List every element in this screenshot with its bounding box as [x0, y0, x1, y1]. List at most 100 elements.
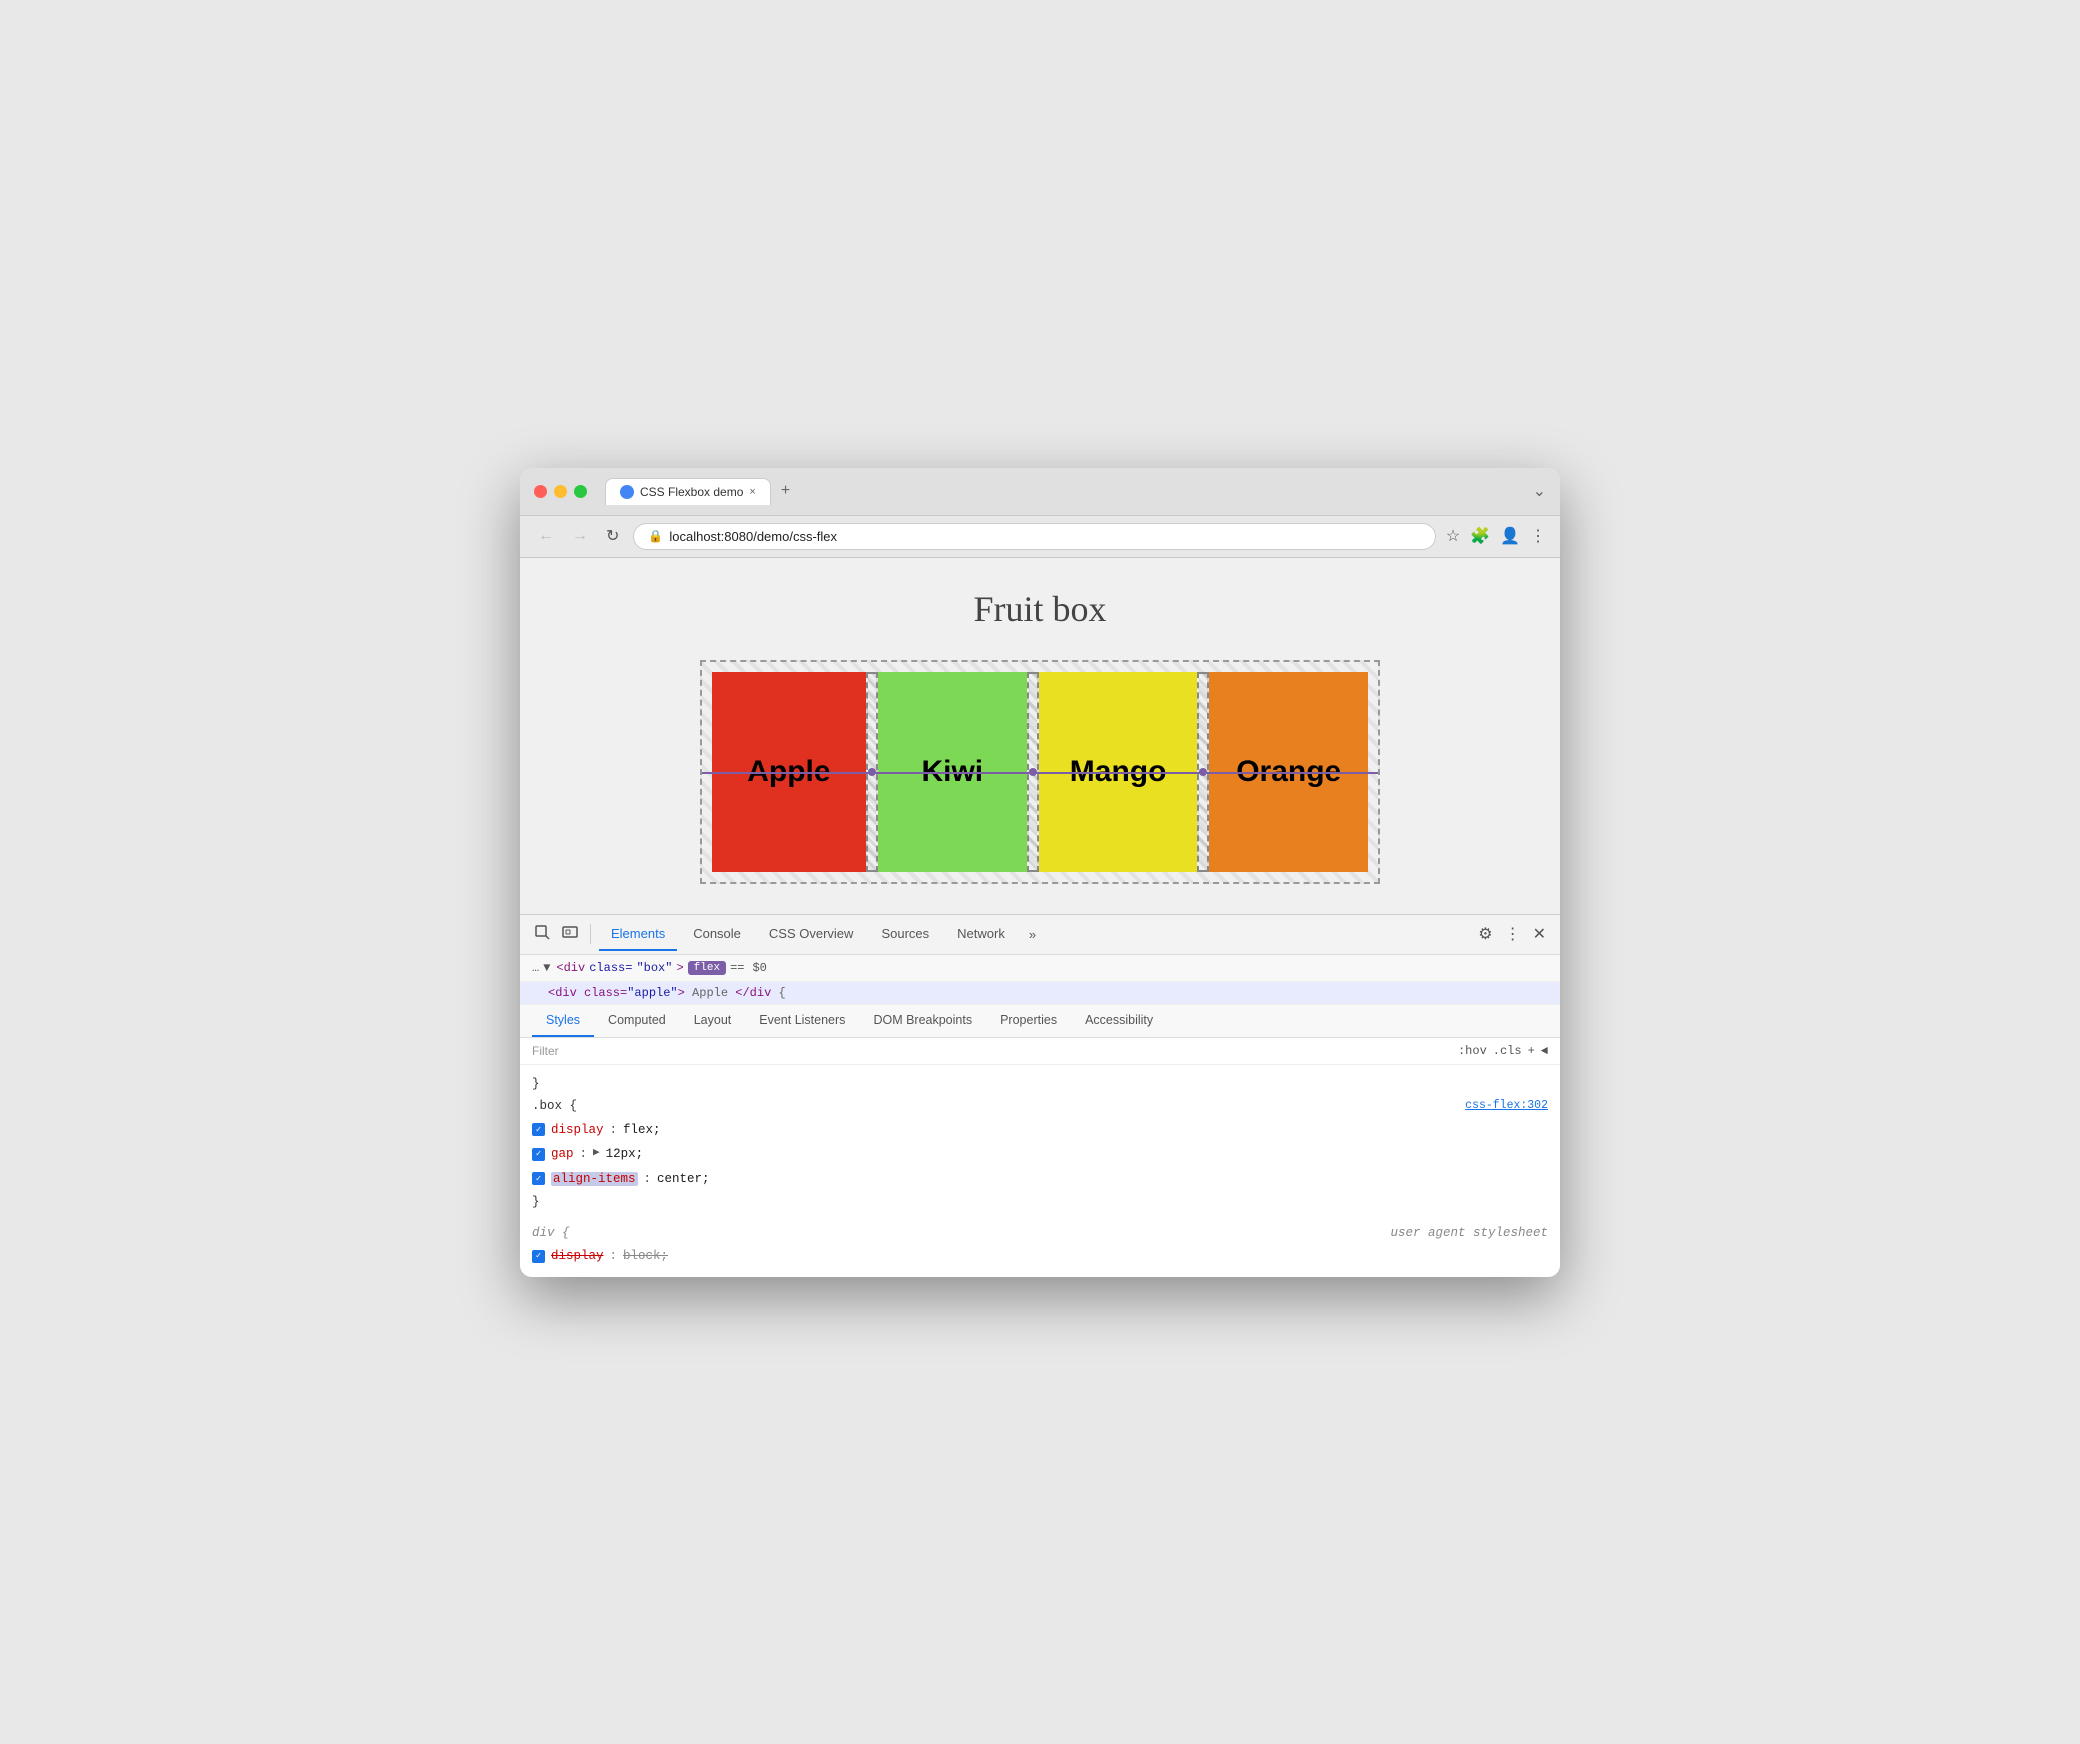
display-value: flex;: [623, 1119, 661, 1142]
gap-checkbox[interactable]: [532, 1148, 545, 1161]
fruit-label-kiwi: Kiwi: [921, 755, 983, 789]
title-bar: CSS Flexbox demo × + ⌄: [520, 468, 1560, 516]
address-bar: ← → ↻ 🔒 localhost:8080/demo/css-flex ☆ 🧩…: [520, 516, 1560, 558]
align-items-highlight: align-items: [551, 1172, 638, 1186]
close-button[interactable]: [534, 485, 547, 498]
styles-tab-properties[interactable]: Properties: [986, 1005, 1071, 1037]
align-items-value: center;: [657, 1168, 710, 1191]
gap-indicator-2: [1027, 672, 1039, 872]
box-rule: .box { css-flex:302 display : flex; gap …: [532, 1095, 1548, 1214]
close-brace: }: [532, 1077, 540, 1091]
tab-network[interactable]: Network: [945, 918, 1017, 951]
ua-display-property: display: [551, 1245, 604, 1268]
tab-console[interactable]: Console: [681, 918, 753, 951]
settings-icon[interactable]: ⚙: [1474, 920, 1496, 948]
css-rules-panel: } .box { css-flex:302 display : flex;: [520, 1065, 1560, 1277]
styles-tab-event-listeners[interactable]: Event Listeners: [745, 1005, 859, 1037]
tab-close-icon[interactable]: ×: [749, 486, 755, 498]
maximize-button[interactable]: [574, 485, 587, 498]
close-devtools-icon[interactable]: ✕: [1529, 920, 1550, 948]
toolbar-icons: ☆ 🧩 👤 ⋮: [1446, 526, 1546, 546]
flex-badge: flex: [688, 961, 726, 975]
tab-title: CSS Flexbox demo: [640, 485, 743, 499]
browser-menu-dots-icon[interactable]: ⋮: [1530, 526, 1546, 546]
dom-breadcrumb: … ▼ <div class="box"> flex == $0: [520, 955, 1560, 982]
styles-tab-computed[interactable]: Computed: [594, 1005, 680, 1037]
tab-sources[interactable]: Sources: [869, 918, 941, 951]
gap-indicator-1: [866, 672, 878, 872]
ua-colon: :: [610, 1245, 618, 1268]
devtools-menu-icon[interactable]: ⋮: [1501, 920, 1525, 948]
browser-tab[interactable]: CSS Flexbox demo ×: [605, 478, 771, 505]
ua-selector: div {: [532, 1222, 570, 1245]
dom-tag-close-bracket: >: [676, 961, 683, 975]
styles-tabs: Styles Computed Layout Event Listeners D…: [520, 1005, 1560, 1038]
url-bar[interactable]: 🔒 localhost:8080/demo/css-flex: [633, 523, 1435, 550]
dom-child-text: Apple: [692, 986, 735, 1000]
prev-rule-close: }: [532, 1073, 1548, 1096]
inspector-icon[interactable]: [530, 920, 554, 949]
page-content: Fruit box Apple Kiwi Mango Or: [520, 558, 1560, 914]
profile-icon[interactable]: 👤: [1500, 526, 1520, 546]
forward-button[interactable]: →: [568, 525, 592, 547]
add-rule-button[interactable]: +: [1528, 1044, 1535, 1058]
tab-css-overview[interactable]: CSS Overview: [757, 918, 866, 951]
styles-tab-accessibility[interactable]: Accessibility: [1071, 1005, 1167, 1037]
extensions-icon[interactable]: 🧩: [1470, 526, 1490, 546]
gap-indicator-3: [1197, 672, 1209, 872]
display-property: display: [551, 1119, 604, 1142]
gap-expand-arrow[interactable]: ▶: [593, 1144, 600, 1164]
device-toolbar-icon[interactable]: [558, 920, 582, 949]
fruit-item-apple: Apple: [712, 672, 866, 872]
tab-bar: CSS Flexbox demo × +: [605, 478, 1523, 505]
fruit-item-kiwi: Kiwi: [878, 672, 1027, 872]
toggle-sidebar-icon[interactable]: ◄: [1541, 1044, 1548, 1058]
flex-demo-container: Apple Kiwi Mango Orange: [700, 660, 1380, 884]
back-button[interactable]: ←: [534, 525, 558, 547]
ua-selector-row: div { user agent stylesheet: [532, 1222, 1548, 1245]
align-items-property: align-items: [551, 1168, 638, 1191]
url-text: localhost:8080/demo/css-flex: [669, 529, 837, 544]
styles-tab-styles[interactable]: Styles: [532, 1005, 594, 1037]
box-close-brace: }: [532, 1195, 540, 1209]
url-host: localhost: [669, 529, 720, 544]
devtools-right-icons: ⚙ ⋮ ✕: [1474, 920, 1550, 948]
gap-row: gap : ▶ 12px;: [532, 1142, 1548, 1167]
colon-1: :: [610, 1119, 618, 1142]
styles-tab-layout[interactable]: Layout: [680, 1005, 746, 1037]
cls-button[interactable]: .cls: [1493, 1044, 1522, 1058]
dom-expand-triangle[interactable]: ▼: [543, 961, 550, 975]
more-tabs-button[interactable]: »: [1021, 923, 1044, 946]
devtools-panel: Elements Console CSS Overview Sources Ne…: [520, 914, 1560, 1277]
ua-display-checkbox[interactable]: [532, 1250, 545, 1263]
display-checkbox[interactable]: [532, 1123, 545, 1136]
align-items-row: align-items : center;: [532, 1167, 1548, 1192]
hov-button[interactable]: :hov: [1458, 1044, 1487, 1058]
gap-property: gap: [551, 1143, 574, 1166]
filter-placeholder[interactable]: Filter: [532, 1044, 1458, 1058]
fruit-label-mango: Mango: [1070, 755, 1167, 789]
box-source-link[interactable]: css-flex:302: [1465, 1096, 1548, 1117]
colon-2: :: [580, 1143, 588, 1166]
browser-window: CSS Flexbox demo × + ⌄ ← → ↻ 🔒 localhost…: [520, 468, 1560, 1277]
dom-child-close-tag: </div: [735, 986, 771, 1000]
minimize-button[interactable]: [554, 485, 567, 498]
browser-menu-icon[interactable]: ⌄: [1533, 481, 1546, 501]
reload-button[interactable]: ↻: [602, 524, 623, 548]
tab-elements[interactable]: Elements: [599, 918, 677, 951]
dom-equals: ==: [730, 961, 744, 975]
dom-ellipsis: …: [532, 961, 539, 975]
dom-child-suffix: {: [778, 986, 785, 1000]
page-title: Fruit box: [973, 588, 1106, 630]
url-path: :8080/demo/css-flex: [721, 529, 837, 544]
gap-dot-3: [1199, 768, 1207, 776]
bookmark-icon[interactable]: ☆: [1446, 526, 1460, 546]
ua-source: user agent stylesheet: [1390, 1222, 1548, 1245]
new-tab-button[interactable]: +: [775, 482, 796, 500]
filter-bar: Filter :hov .cls + ◄: [520, 1038, 1560, 1065]
styles-tab-dom-breakpoints[interactable]: DOM Breakpoints: [859, 1005, 986, 1037]
display-flex-row: display : flex;: [532, 1118, 1548, 1143]
toolbar-separator: [590, 924, 591, 944]
fruit-label-orange: Orange: [1236, 755, 1341, 789]
align-items-checkbox[interactable]: [532, 1172, 545, 1185]
